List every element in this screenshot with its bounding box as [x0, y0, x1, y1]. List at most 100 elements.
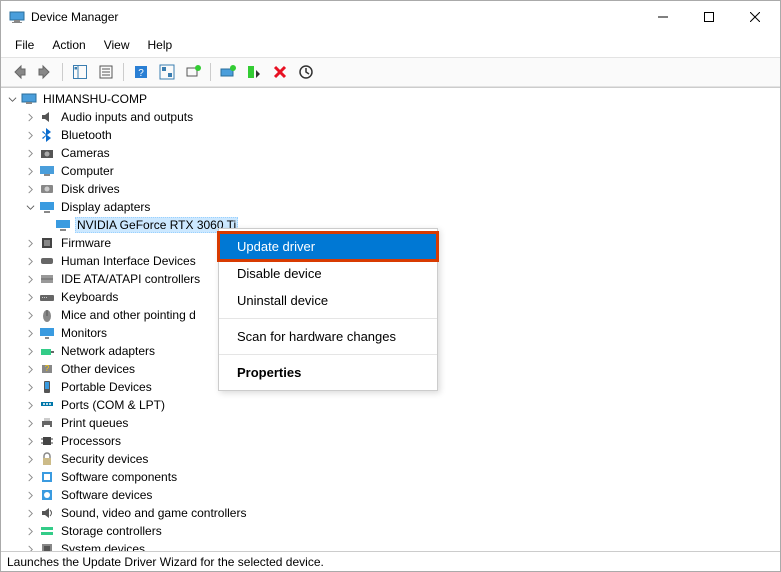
maximize-button[interactable] — [686, 2, 732, 32]
tree-item-label: NVIDIA GeForce RTX 3060 Ti — [75, 217, 238, 233]
tree-root-label: HIMANSHU-COMP — [41, 91, 149, 107]
properties-button[interactable] — [94, 61, 118, 83]
context-menu: Update driver Disable device Uninstall d… — [218, 228, 438, 391]
chevron-right-icon[interactable] — [23, 254, 37, 268]
computer-icon — [21, 91, 37, 107]
menu-action[interactable]: Action — [44, 35, 93, 55]
show-hide-tree-button[interactable] — [68, 61, 92, 83]
tree-item-label: Software components — [59, 469, 179, 485]
tree-item-audio[interactable]: Audio inputs and outputs — [1, 108, 780, 126]
chevron-down-icon[interactable] — [5, 92, 19, 106]
chevron-right-icon[interactable] — [23, 452, 37, 466]
ctx-separator — [219, 354, 437, 355]
chevron-right-icon[interactable] — [23, 362, 37, 376]
tree-item-security[interactable]: Security devices — [1, 450, 780, 468]
system-icon — [39, 541, 55, 551]
tree-item-label: Cameras — [59, 145, 112, 161]
menu-help[interactable]: Help — [140, 35, 181, 55]
cameras-icon — [39, 145, 55, 161]
forward-button[interactable] — [33, 61, 57, 83]
ctx-scan-hardware[interactable]: Scan for hardware changes — [219, 323, 437, 350]
uninstall-button[interactable] — [268, 61, 292, 83]
tree-item-label: Computer — [59, 163, 116, 179]
tree-item-label: Bluetooth — [59, 127, 114, 143]
tree-item-label: Human Interface Devices — [59, 253, 198, 269]
tree-item-label: Portable Devices — [59, 379, 154, 395]
chevron-right-icon[interactable] — [23, 434, 37, 448]
status-bar: Launches the Update Driver Wizard for th… — [1, 551, 780, 571]
menu-view[interactable]: View — [96, 35, 138, 55]
device-tree-panel[interactable]: HIMANSHU-COMP Audio inputs and outputs Bl… — [1, 87, 780, 551]
enable-button[interactable] — [294, 61, 318, 83]
chevron-right-icon[interactable] — [23, 416, 37, 430]
tree-item-label: Monitors — [59, 325, 109, 341]
tree-item-print[interactable]: Print queues — [1, 414, 780, 432]
chevron-right-icon[interactable] — [23, 488, 37, 502]
chevron-right-icon[interactable] — [23, 308, 37, 322]
processors-icon — [39, 433, 55, 449]
chevron-right-icon[interactable] — [23, 290, 37, 304]
chevron-right-icon[interactable] — [23, 542, 37, 551]
chevron-right-icon[interactable] — [23, 344, 37, 358]
tree-item-cameras[interactable]: Cameras — [1, 144, 780, 162]
chevron-right-icon[interactable] — [23, 272, 37, 286]
tree-item-ports[interactable]: Ports (COM & LPT) — [1, 396, 780, 414]
chevron-right-icon[interactable] — [23, 506, 37, 520]
tree-item-swdev[interactable]: Software devices — [1, 486, 780, 504]
tree-item-computer[interactable]: Computer — [1, 162, 780, 180]
keyboards-icon — [39, 289, 55, 305]
chevron-right-icon[interactable] — [23, 470, 37, 484]
security-icon — [39, 451, 55, 467]
display-icon — [55, 217, 71, 233]
window-title: Device Manager — [31, 10, 640, 24]
tree-item-label: Audio inputs and outputs — [59, 109, 195, 125]
chevron-right-icon[interactable] — [23, 110, 37, 124]
menu-file[interactable]: File — [7, 35, 42, 55]
tree-item-sound[interactable]: Sound, video and game controllers — [1, 504, 780, 522]
tree-item-bluetooth[interactable]: Bluetooth — [1, 126, 780, 144]
ctx-update-driver[interactable]: Update driver — [219, 233, 437, 260]
status-text: Launches the Update Driver Wizard for th… — [7, 555, 324, 569]
titlebar: Device Manager — [1, 1, 780, 33]
tree-item-label: Display adapters — [59, 199, 152, 215]
tree-item-swcomp[interactable]: Software components — [1, 468, 780, 486]
chevron-right-icon[interactable] — [23, 524, 37, 538]
tree-item-label: Network adapters — [59, 343, 157, 359]
chevron-right-icon[interactable] — [23, 128, 37, 142]
tree-item-storage[interactable]: Storage controllers — [1, 522, 780, 540]
add-hardware-button[interactable] — [181, 61, 205, 83]
chevron-right-icon[interactable] — [23, 182, 37, 196]
tree-item-label: Print queues — [59, 415, 130, 431]
chevron-right-icon[interactable] — [23, 398, 37, 412]
tree-item-label: Mice and other pointing d — [59, 307, 198, 323]
tree-item-label: Security devices — [59, 451, 150, 467]
ctx-disable-device[interactable]: Disable device — [219, 260, 437, 287]
chevron-right-icon[interactable] — [23, 146, 37, 160]
help-button[interactable]: ? — [129, 61, 153, 83]
chevron-right-icon[interactable] — [23, 236, 37, 250]
tree-root[interactable]: HIMANSHU-COMP — [1, 90, 780, 108]
toolbar: ? — [1, 57, 780, 87]
ctx-uninstall-device[interactable]: Uninstall device — [219, 287, 437, 314]
scan-button[interactable] — [155, 61, 179, 83]
chevron-right-icon[interactable] — [23, 164, 37, 178]
tree-item-system[interactable]: System devices — [1, 540, 780, 551]
close-button[interactable] — [732, 2, 778, 32]
tree-item-label: Processors — [59, 433, 123, 449]
minimize-button[interactable] — [640, 2, 686, 32]
ide-icon — [39, 271, 55, 287]
back-button[interactable] — [7, 61, 31, 83]
tree-item-processors[interactable]: Processors — [1, 432, 780, 450]
update-driver-button[interactable] — [216, 61, 240, 83]
svg-text:?: ? — [45, 364, 50, 373]
tree-item-display[interactable]: Display adapters — [1, 198, 780, 216]
tree-item-disk[interactable]: Disk drives — [1, 180, 780, 198]
other-icon: ? — [39, 361, 55, 377]
chevron-right-icon[interactable] — [23, 326, 37, 340]
ctx-properties[interactable]: Properties — [219, 359, 437, 386]
disable-button[interactable] — [242, 61, 266, 83]
svg-text:?: ? — [138, 68, 144, 79]
chevron-down-icon[interactable] — [23, 200, 37, 214]
chevron-right-icon[interactable] — [23, 380, 37, 394]
tree-item-label: Sound, video and game controllers — [59, 505, 248, 521]
